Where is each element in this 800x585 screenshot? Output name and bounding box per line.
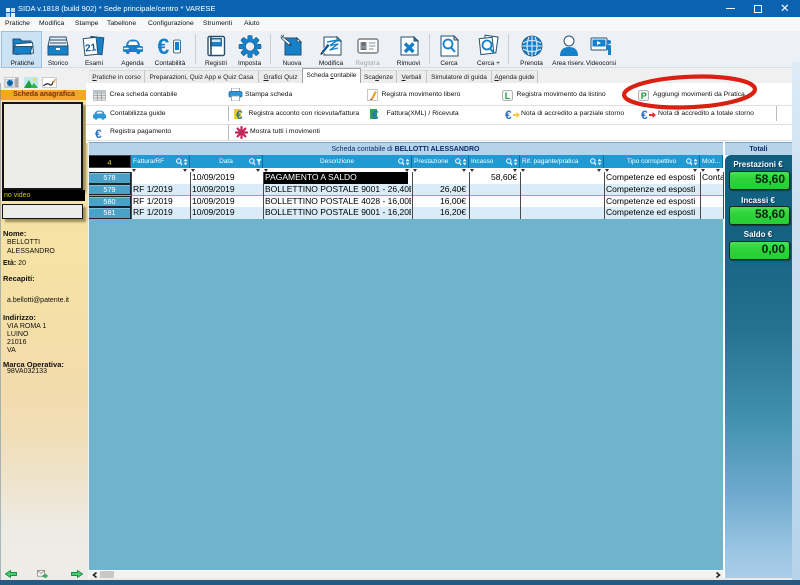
svg-text:€: € [505, 108, 512, 120]
svg-text:€: € [158, 34, 169, 58]
svg-text:21: 21 [85, 42, 98, 54]
svg-text:€: € [372, 108, 379, 120]
svg-text:L: L [505, 91, 511, 101]
svg-text:€: € [236, 108, 243, 120]
svg-text:€: € [95, 127, 102, 139]
